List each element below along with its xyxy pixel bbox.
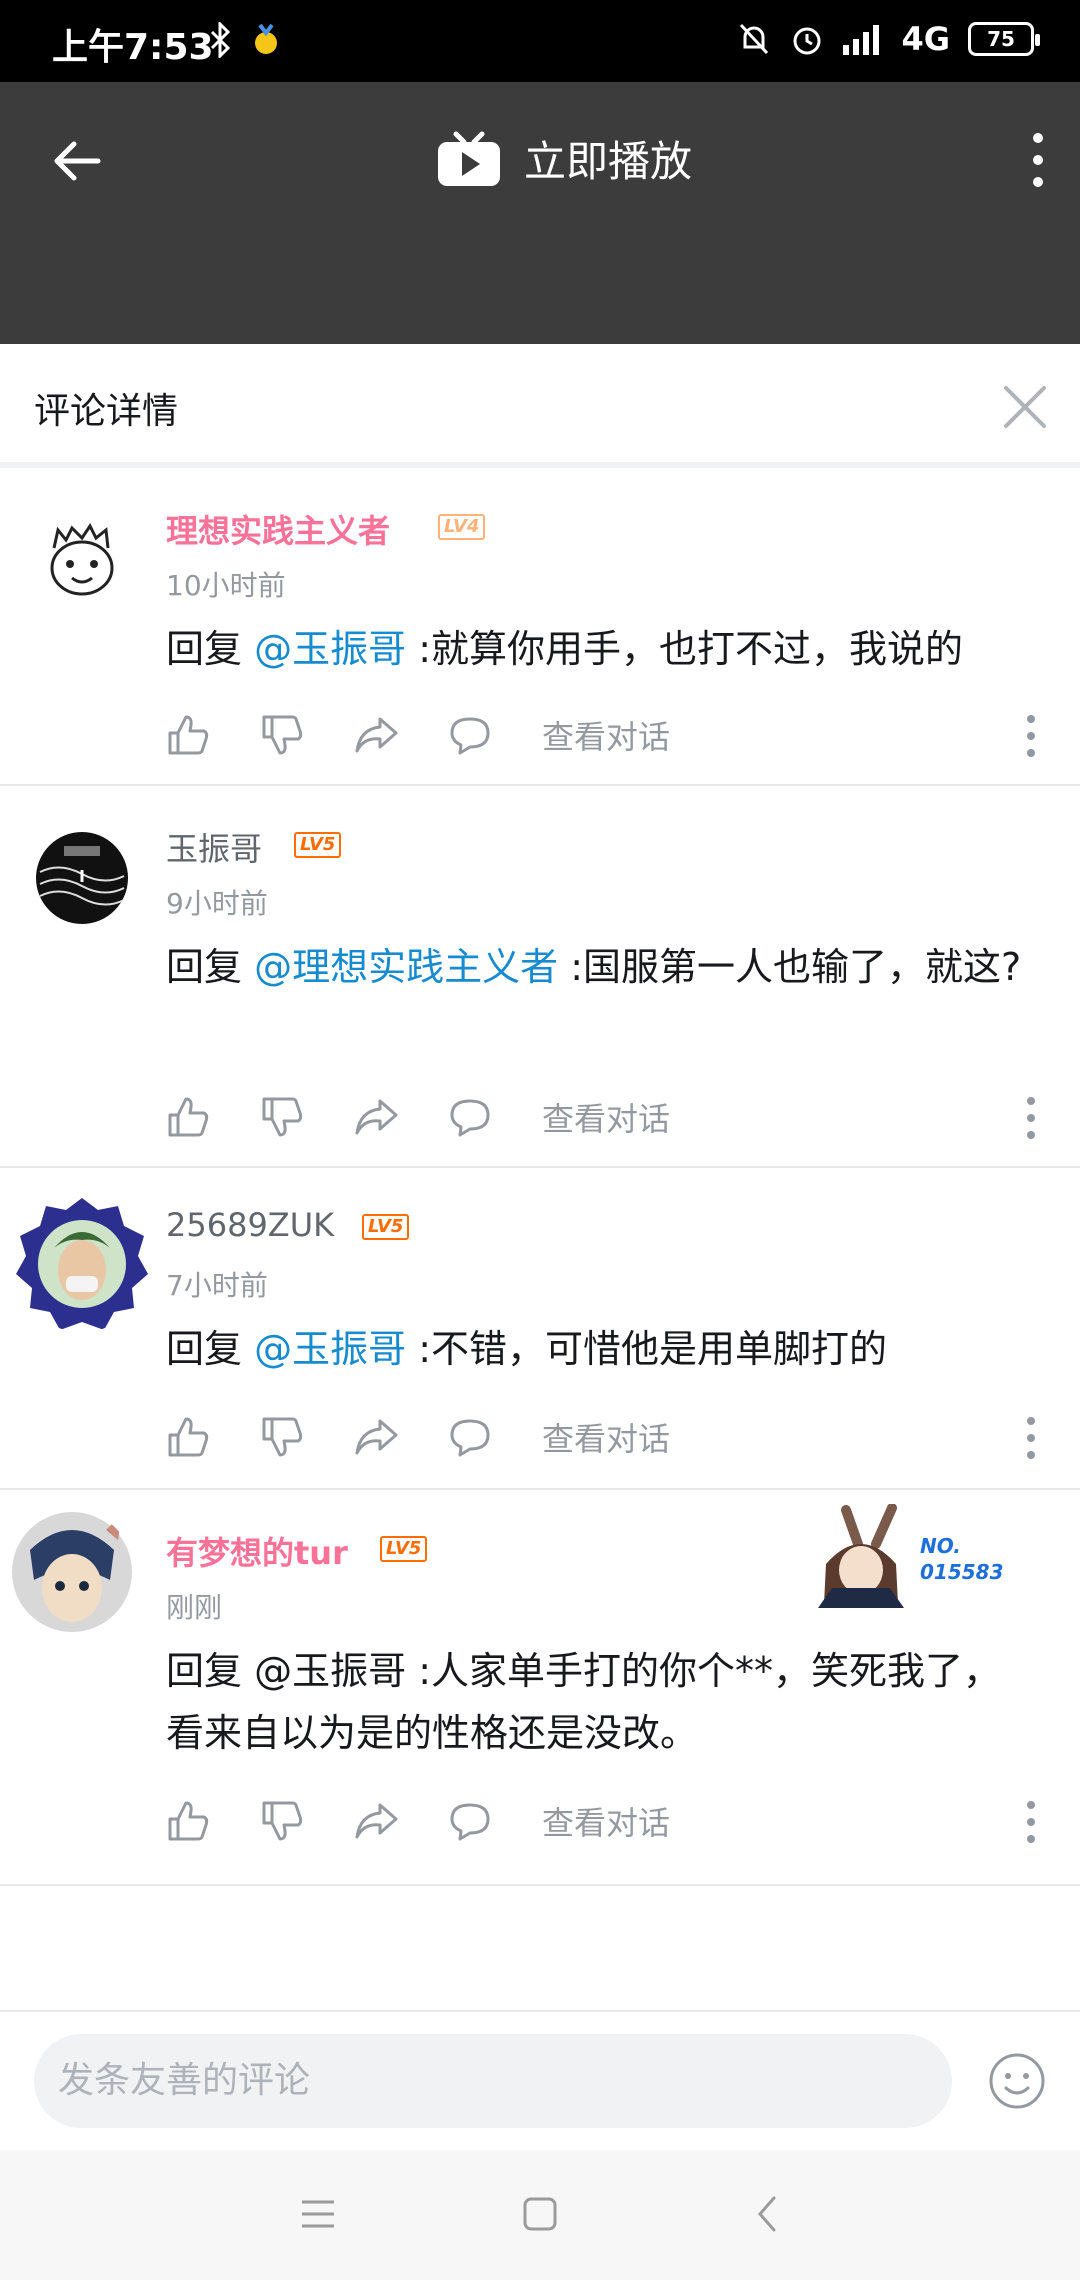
like-icon[interactable] <box>166 1415 210 1459</box>
alarm-icon <box>793 27 821 55</box>
tv-play-icon <box>438 131 500 186</box>
comment-content: :不错，可惜他是用单脚打的 <box>406 1327 887 1371</box>
comment-item: 25689ZUK LV5 7小时前 回复 @玉振哥 :不错，可惜他是用单脚打的 … <box>0 1168 1080 1490</box>
mention-link[interactable]: @玉振哥 <box>254 1649 406 1693</box>
level-badge: LV5 <box>380 1536 428 1562</box>
badge-text-number: 015583 <box>920 1560 1004 1584</box>
reply-prefix: 回复 <box>166 1327 255 1371</box>
badge-text-no: NO. <box>920 1534 961 1558</box>
more-menu-icon[interactable] <box>1028 130 1048 190</box>
dislike-icon[interactable] <box>260 713 304 757</box>
reply-icon[interactable] <box>448 1095 492 1139</box>
comment-content: :就算你用手，也打不过，我说的 <box>406 627 963 671</box>
comment-more-icon[interactable] <box>1024 714 1038 758</box>
comment-actions: 查看对话 <box>166 1796 670 1846</box>
comment-time: 9小时前 <box>166 887 268 920</box>
reply-prefix: 回复 <box>166 1649 255 1693</box>
reply-prefix: 回复 <box>166 945 255 989</box>
comment-text: 回复 @玉振哥 :就算你用手，也打不过，我说的 <box>166 618 1032 680</box>
share-icon[interactable] <box>354 1415 398 1459</box>
reply-prefix: 回复 <box>166 627 255 671</box>
back-icon[interactable] <box>748 2194 788 2234</box>
comment-actions: 查看对话 <box>166 1092 670 1142</box>
video-header: 立即播放 <box>0 82 1080 344</box>
close-icon[interactable] <box>1002 384 1048 430</box>
mute-bell-icon <box>740 23 769 55</box>
dislike-icon[interactable] <box>260 1415 304 1459</box>
view-conversation-link[interactable]: 查看对话 <box>542 1798 670 1844</box>
comment-more-icon[interactable] <box>1024 1416 1038 1460</box>
comment-actions: 查看对话 <box>166 1412 670 1462</box>
mention-link[interactable]: @理想实践主义者 <box>254 945 558 989</box>
play-now-button[interactable]: 立即播放 <box>436 128 692 189</box>
comment-actions: 查看对话 <box>166 710 670 760</box>
like-icon[interactable] <box>166 1095 210 1139</box>
avatar[interactable] <box>10 1510 134 1634</box>
comment-time: 7小时前 <box>166 1269 268 1302</box>
dislike-icon[interactable] <box>260 1095 304 1139</box>
like-icon[interactable] <box>166 713 210 757</box>
comment-content: :国服第一人也输了，就这? <box>558 945 1022 989</box>
emoji-icon[interactable] <box>988 2052 1046 2110</box>
comment-more-icon[interactable] <box>1024 1096 1038 1140</box>
share-icon[interactable] <box>354 713 398 757</box>
play-now-label: 立即播放 <box>524 137 693 186</box>
share-icon[interactable] <box>354 1799 398 1843</box>
signal-icon <box>843 25 880 55</box>
level-badge: LV5 <box>294 832 342 858</box>
view-conversation-link[interactable]: 查看对话 <box>542 1094 670 1140</box>
comment-item: 有梦想的tur LV5 刚刚 NO. 015583 回复 @玉振哥 :人家单手打… <box>0 1490 1080 1886</box>
reply-icon[interactable] <box>448 713 492 757</box>
network-type: 4G <box>901 20 950 58</box>
status-bar: 上午7:53 4G 75 <box>0 0 1080 82</box>
username[interactable]: 25689ZUK <box>166 1206 334 1244</box>
comment-text: 回复 @理想实践主义者 :国服第一人也输了，就这? <box>166 936 1032 998</box>
anime-character-icon <box>818 1504 904 1608</box>
avatar[interactable] <box>36 514 128 606</box>
bluetooth-icon <box>210 22 231 58</box>
dislike-icon[interactable] <box>260 1799 304 1843</box>
level-badge: LV4 <box>438 514 486 540</box>
view-conversation-link[interactable]: 查看对话 <box>542 712 670 758</box>
comment-text: 回复 @玉振哥 :不错，可惜他是用单脚打的 <box>166 1318 1032 1380</box>
system-navbar <box>0 2150 1080 2280</box>
username[interactable]: 有梦想的tur <box>166 1528 348 1574</box>
battery-icon: 75 <box>968 22 1040 56</box>
comment-time: 刚刚 <box>166 1591 223 1624</box>
comment-detail-header: 评论详情 <box>0 344 1080 468</box>
like-icon[interactable] <box>166 1799 210 1843</box>
username[interactable]: 理想实践主义者 <box>166 506 390 552</box>
avatar[interactable] <box>14 1196 150 1332</box>
comment-text: 回复 @玉振哥 :人家单手打的你个**，笑死我了，看来自以为是的性格还是没改。 <box>166 1640 1032 1764</box>
mention-link[interactable]: @玉振哥 <box>254 1327 406 1371</box>
comment-input-bar: 发条友善的评论 <box>0 2010 1080 2148</box>
back-arrow-icon[interactable] <box>50 134 104 188</box>
reply-icon[interactable] <box>448 1799 492 1843</box>
fan-badge[interactable]: NO. 015583 <box>806 1504 1006 1614</box>
comment-time: 10小时前 <box>166 569 286 602</box>
panel-title: 评论详情 <box>34 391 179 432</box>
home-icon[interactable] <box>520 2194 560 2234</box>
menu-icon[interactable] <box>298 2194 338 2234</box>
view-conversation-link[interactable]: 查看对话 <box>542 1414 670 1460</box>
comment-more-icon[interactable] <box>1024 1800 1038 1844</box>
comment-input[interactable]: 发条友善的评论 <box>34 2034 952 2128</box>
medal-icon <box>255 23 277 54</box>
share-icon[interactable] <box>354 1095 398 1139</box>
level-badge: LV5 <box>362 1214 410 1240</box>
mention-link[interactable]: @玉振哥 <box>254 627 406 671</box>
battery-level: 75 <box>987 27 1015 51</box>
username[interactable]: 玉振哥 <box>166 824 262 870</box>
status-time: 上午7:53 <box>52 27 214 68</box>
comment-item: 玉振哥 LV5 9小时前 回复 @理想实践主义者 :国服第一人也输了，就这? 查… <box>0 786 1080 1168</box>
reply-icon[interactable] <box>448 1415 492 1459</box>
avatar[interactable] <box>36 832 128 924</box>
comment-item: 理想实践主义者 LV4 10小时前 回复 @玉振哥 :就算你用手，也打不过，我说… <box>0 468 1080 786</box>
